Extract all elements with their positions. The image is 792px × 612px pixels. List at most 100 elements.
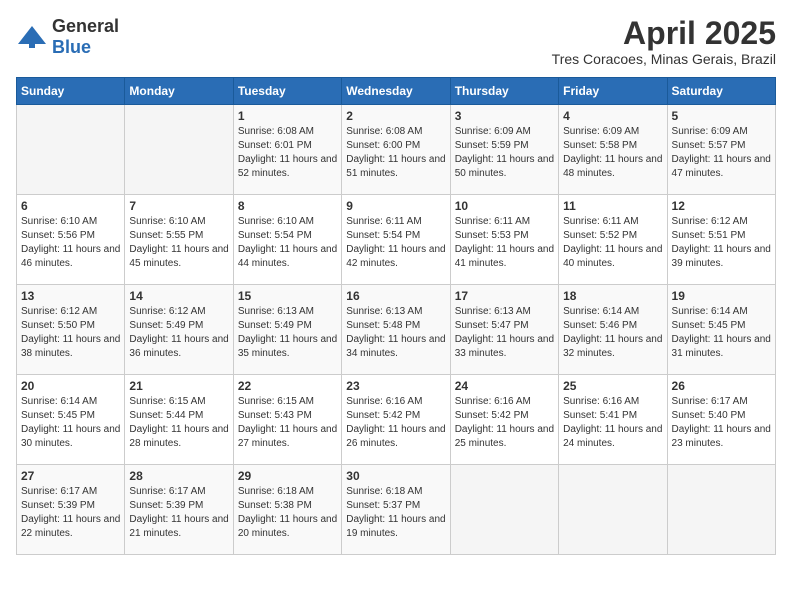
day-info: Sunrise: 6:09 AMSunset: 5:59 PMDaylight:… bbox=[455, 125, 554, 181]
calendar-cell: 5 Sunrise: 6:09 AMSunset: 5:57 PMDaylight… bbox=[667, 105, 775, 195]
calendar-cell: 21 Sunrise: 6:15 AMSunset: 5:44 PMDayligh… bbox=[125, 375, 233, 465]
day-number: 21 bbox=[129, 379, 228, 393]
calendar-cell: 24 Sunrise: 6:16 AMSunset: 5:42 PMDayligh… bbox=[450, 375, 558, 465]
weekday-header: Sunday bbox=[17, 78, 125, 105]
calendar-cell: 9 Sunrise: 6:11 AMSunset: 5:54 PMDaylight… bbox=[342, 195, 450, 285]
calendar-subtitle: Tres Coracoes, Minas Gerais, Brazil bbox=[552, 51, 776, 67]
day-info: Sunrise: 6:08 AMSunset: 6:00 PMDaylight:… bbox=[346, 125, 445, 181]
day-info: Sunrise: 6:14 AMSunset: 5:46 PMDaylight:… bbox=[563, 305, 662, 361]
day-info: Sunrise: 6:17 AMSunset: 5:40 PMDaylight:… bbox=[672, 395, 771, 451]
calendar-cell: 23 Sunrise: 6:16 AMSunset: 5:42 PMDayligh… bbox=[342, 375, 450, 465]
day-number: 9 bbox=[346, 199, 445, 213]
right-header: April 2025 Tres Coracoes, Minas Gerais, … bbox=[552, 16, 776, 67]
day-info: Sunrise: 6:17 AMSunset: 5:39 PMDaylight:… bbox=[21, 485, 120, 541]
day-info: Sunrise: 6:16 AMSunset: 5:42 PMDaylight:… bbox=[455, 395, 554, 451]
day-info: Sunrise: 6:09 AMSunset: 5:57 PMDaylight:… bbox=[672, 125, 771, 181]
calendar-week-row: 20 Sunrise: 6:14 AMSunset: 5:45 PMDayligh… bbox=[17, 375, 776, 465]
day-number: 29 bbox=[238, 469, 337, 483]
day-number: 1 bbox=[238, 109, 337, 123]
day-number: 12 bbox=[672, 199, 771, 213]
day-number: 23 bbox=[346, 379, 445, 393]
calendar-cell bbox=[125, 105, 233, 195]
day-info: Sunrise: 6:15 AMSunset: 5:43 PMDaylight:… bbox=[238, 395, 337, 451]
calendar-cell: 7 Sunrise: 6:10 AMSunset: 5:55 PMDaylight… bbox=[125, 195, 233, 285]
day-number: 3 bbox=[455, 109, 554, 123]
calendar-cell: 4 Sunrise: 6:09 AMSunset: 5:58 PMDaylight… bbox=[559, 105, 667, 195]
calendar-cell: 25 Sunrise: 6:16 AMSunset: 5:41 PMDayligh… bbox=[559, 375, 667, 465]
calendar-cell: 28 Sunrise: 6:17 AMSunset: 5:39 PMDayligh… bbox=[125, 465, 233, 555]
day-info: Sunrise: 6:11 AMSunset: 5:53 PMDaylight:… bbox=[455, 215, 554, 271]
calendar-cell: 16Sunrise: 6:13 AMSunset: 5:48 PMDayligh… bbox=[342, 285, 450, 375]
day-info: Sunrise: 6:13 AMSunset: 5:49 PMDaylight:… bbox=[238, 305, 337, 361]
weekday-header: Saturday bbox=[667, 78, 775, 105]
calendar-cell: 29 Sunrise: 6:18 AMSunset: 5:38 PMDayligh… bbox=[233, 465, 341, 555]
calendar-cell bbox=[559, 465, 667, 555]
day-number: 7 bbox=[129, 199, 228, 213]
calendar-cell: 1 Sunrise: 6:08 AMSunset: 6:01 PMDaylight… bbox=[233, 105, 341, 195]
logo-blue: Blue bbox=[52, 37, 91, 57]
weekday-header: Monday bbox=[125, 78, 233, 105]
day-info: Sunrise: 6:14 AMSunset: 5:45 PMDaylight:… bbox=[672, 305, 771, 361]
day-number: 26 bbox=[672, 379, 771, 393]
calendar-week-row: 1 Sunrise: 6:08 AMSunset: 6:01 PMDaylight… bbox=[17, 105, 776, 195]
day-info: Sunrise: 6:16 AMSunset: 5:42 PMDaylight:… bbox=[346, 395, 445, 451]
day-info: Sunrise: 6:13 AMSunset: 5:47 PMDaylight:… bbox=[455, 305, 554, 361]
day-info: Sunrise: 6:14 AMSunset: 5:45 PMDaylight:… bbox=[21, 395, 120, 451]
day-info: Sunrise: 6:08 AMSunset: 6:01 PMDaylight:… bbox=[238, 125, 337, 181]
day-number: 19 bbox=[672, 289, 771, 303]
day-number: 10 bbox=[455, 199, 554, 213]
calendar-cell: 11Sunrise: 6:11 AMSunset: 5:52 PMDayligh… bbox=[559, 195, 667, 285]
calendar-cell: 8 Sunrise: 6:10 AMSunset: 5:54 PMDaylight… bbox=[233, 195, 341, 285]
day-number: 11 bbox=[563, 199, 662, 213]
calendar-cell: 14Sunrise: 6:12 AMSunset: 5:49 PMDayligh… bbox=[125, 285, 233, 375]
calendar-cell: 13Sunrise: 6:12 AMSunset: 5:50 PMDayligh… bbox=[17, 285, 125, 375]
day-number: 2 bbox=[346, 109, 445, 123]
day-number: 5 bbox=[672, 109, 771, 123]
day-number: 20 bbox=[21, 379, 120, 393]
weekday-header: Friday bbox=[559, 78, 667, 105]
calendar-cell: 12Sunrise: 6:12 AMSunset: 5:51 PMDayligh… bbox=[667, 195, 775, 285]
day-number: 30 bbox=[346, 469, 445, 483]
day-info: Sunrise: 6:12 AMSunset: 5:49 PMDaylight:… bbox=[129, 305, 228, 361]
day-info: Sunrise: 6:17 AMSunset: 5:39 PMDaylight:… bbox=[129, 485, 228, 541]
day-number: 22 bbox=[238, 379, 337, 393]
calendar-cell: 10 Sunrise: 6:11 AMSunset: 5:53 PMDayligh… bbox=[450, 195, 558, 285]
calendar-cell: 26 Sunrise: 6:17 AMSunset: 5:40 PMDayligh… bbox=[667, 375, 775, 465]
logo: General Blue bbox=[16, 16, 119, 58]
calendar-table: SundayMondayTuesdayWednesdayThursdayFrid… bbox=[16, 77, 776, 555]
day-number: 16 bbox=[346, 289, 445, 303]
day-info: Sunrise: 6:09 AMSunset: 5:58 PMDaylight:… bbox=[563, 125, 662, 181]
calendar-cell: 18Sunrise: 6:14 AMSunset: 5:46 PMDayligh… bbox=[559, 285, 667, 375]
day-number: 28 bbox=[129, 469, 228, 483]
day-number: 13 bbox=[21, 289, 120, 303]
day-info: Sunrise: 6:16 AMSunset: 5:41 PMDaylight:… bbox=[563, 395, 662, 451]
calendar-cell bbox=[17, 105, 125, 195]
day-number: 17 bbox=[455, 289, 554, 303]
day-number: 24 bbox=[455, 379, 554, 393]
day-number: 27 bbox=[21, 469, 120, 483]
calendar-cell: 2 Sunrise: 6:08 AMSunset: 6:00 PMDaylight… bbox=[342, 105, 450, 195]
day-info: Sunrise: 6:18 AMSunset: 5:38 PMDaylight:… bbox=[238, 485, 337, 541]
calendar-cell: 27 Sunrise: 6:17 AMSunset: 5:39 PMDayligh… bbox=[17, 465, 125, 555]
calendar-cell: 30 Sunrise: 6:18 AMSunset: 5:37 PMDayligh… bbox=[342, 465, 450, 555]
calendar-cell: 6Sunrise: 6:10 AMSunset: 5:56 PMDaylight… bbox=[17, 195, 125, 285]
calendar-cell: 22 Sunrise: 6:15 AMSunset: 5:43 PMDayligh… bbox=[233, 375, 341, 465]
weekday-header: Wednesday bbox=[342, 78, 450, 105]
day-info: Sunrise: 6:10 AMSunset: 5:56 PMDaylight:… bbox=[21, 215, 120, 271]
day-info: Sunrise: 6:15 AMSunset: 5:44 PMDaylight:… bbox=[129, 395, 228, 451]
day-info: Sunrise: 6:11 AMSunset: 5:54 PMDaylight:… bbox=[346, 215, 445, 271]
calendar-cell bbox=[450, 465, 558, 555]
day-info: Sunrise: 6:18 AMSunset: 5:37 PMDaylight:… bbox=[346, 485, 445, 541]
calendar-cell: 3 Sunrise: 6:09 AMSunset: 5:59 PMDaylight… bbox=[450, 105, 558, 195]
day-number: 15 bbox=[238, 289, 337, 303]
day-number: 8 bbox=[238, 199, 337, 213]
calendar-week-row: 6Sunrise: 6:10 AMSunset: 5:56 PMDaylight… bbox=[17, 195, 776, 285]
day-info: Sunrise: 6:10 AMSunset: 5:54 PMDaylight:… bbox=[238, 215, 337, 271]
day-number: 4 bbox=[563, 109, 662, 123]
day-number: 25 bbox=[563, 379, 662, 393]
day-info: Sunrise: 6:10 AMSunset: 5:55 PMDaylight:… bbox=[129, 215, 228, 271]
calendar-cell: 19 Sunrise: 6:14 AMSunset: 5:45 PMDayligh… bbox=[667, 285, 775, 375]
calendar-week-row: 27 Sunrise: 6:17 AMSunset: 5:39 PMDayligh… bbox=[17, 465, 776, 555]
weekday-header: Thursday bbox=[450, 78, 558, 105]
calendar-title: April 2025 bbox=[552, 16, 776, 51]
